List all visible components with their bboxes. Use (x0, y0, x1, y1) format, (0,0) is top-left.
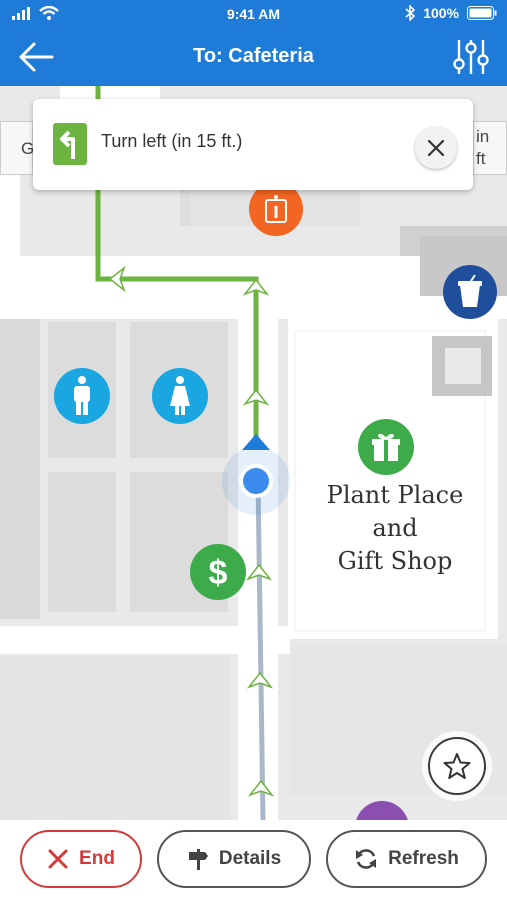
svg-text:$: $ (209, 554, 228, 592)
men-restroom-marker[interactable] (54, 368, 110, 424)
page-title: To: Cafeteria (193, 45, 314, 67)
cafeteria-marker[interactable] (443, 265, 497, 319)
prev-direction-peek[interactable]: G (0, 121, 34, 175)
status-right: 100% (405, 5, 497, 21)
atm-marker[interactable]: $ (190, 544, 246, 600)
details-label: Details (218, 848, 282, 869)
refresh-label: Refresh (388, 848, 459, 869)
next-direction-peek[interactable]: in ft (473, 121, 507, 175)
info-icon (265, 195, 287, 223)
info-marker[interactable] (249, 182, 303, 236)
details-button[interactable]: Details (157, 830, 311, 888)
nav-header: To: Cafeteria (0, 28, 507, 86)
direction-instruction: Turn left (in 15 ft.) (101, 131, 243, 151)
refresh-icon (356, 849, 377, 869)
back-arrow-icon (19, 42, 54, 72)
direction-card[interactable]: Turn left (in 15 ft.) (33, 99, 473, 190)
shop-label: Plant Place and Gift Shop (300, 479, 490, 578)
gift-icon (372, 433, 400, 461)
battery-icon (467, 6, 497, 20)
favorite-button[interactable] (428, 737, 486, 795)
women-restroom-marker[interactable] (152, 368, 208, 424)
x-icon (48, 849, 68, 869)
status-bar: 9:41 AM 100% (0, 0, 507, 28)
sliders-icon (453, 40, 489, 74)
signpost-icon (188, 849, 208, 870)
star-icon (443, 753, 471, 779)
close-icon (427, 139, 445, 157)
coffee-cup-icon (458, 275, 482, 307)
back-button[interactable] (16, 40, 56, 74)
women-restroom-icon (170, 376, 190, 415)
shop-label-line2: and (372, 514, 418, 542)
refresh-button[interactable]: Refresh (326, 830, 487, 888)
battery-percent: 100% (423, 5, 459, 21)
route-settings-button[interactable] (451, 38, 491, 76)
men-restroom-icon (74, 376, 90, 415)
end-label: End (79, 848, 115, 869)
shop-label-line3: Gift Shop (337, 547, 453, 575)
indoor-map[interactable]: Plant Place and Gift Shop $ (0, 86, 507, 820)
bottom-action-bar: End Details Refresh (0, 820, 507, 900)
peek-right-line2: ft (476, 149, 486, 168)
close-button[interactable] (415, 127, 457, 169)
turn-left-icon (53, 123, 87, 165)
gift-shop-marker[interactable] (358, 419, 414, 475)
dollar-icon: $ (209, 554, 228, 592)
bluetooth-icon (405, 5, 416, 21)
end-button[interactable]: End (20, 830, 142, 888)
shop-label-line1: Plant Place (326, 481, 464, 509)
peek-right-line1: in (476, 127, 490, 146)
